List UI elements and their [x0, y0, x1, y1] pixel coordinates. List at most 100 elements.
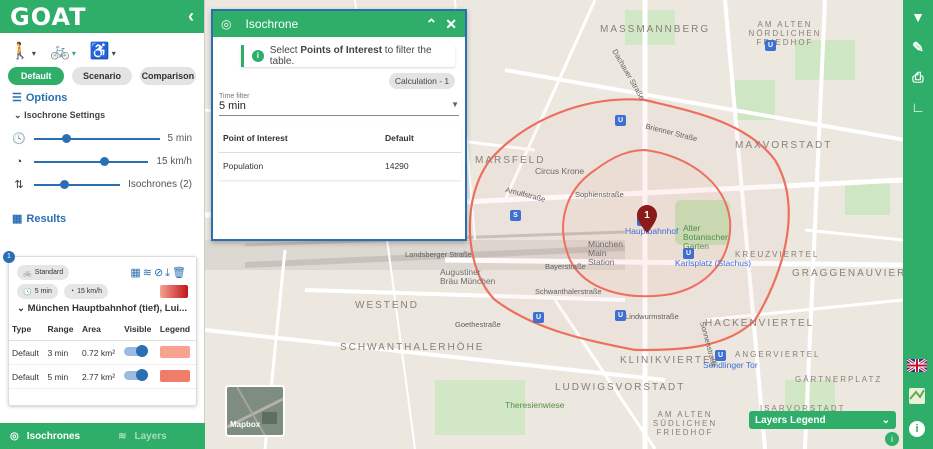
travel-time-slider[interactable]	[34, 133, 160, 143]
speed-value: 15 km/h	[156, 156, 192, 167]
tab-default[interactable]: Default	[8, 67, 65, 85]
map-label-place: Theresienwiese	[505, 400, 565, 410]
basemap-switcher[interactable]: Mapbox	[225, 385, 285, 437]
transit-stop-icon: U	[683, 248, 694, 259]
start-point-title[interactable]: ⌄ München Hauptbahnhof (tief), Lui...	[9, 299, 196, 318]
transit-stop-icon: S	[510, 210, 521, 221]
ruler-icon[interactable]: ∟	[909, 98, 927, 116]
transit-stop-icon: U	[533, 312, 544, 323]
layers-legend-toggle[interactable]: Layers Legend ⌄	[749, 411, 896, 429]
map-layer-icon[interactable]	[908, 387, 926, 405]
table-view-icon[interactable]: ▦	[130, 267, 142, 279]
legend-info-icon[interactable]: i	[885, 432, 899, 446]
map-label-district: GRAGGENAUVIERTEL	[792, 268, 903, 279]
result-number-badge: 1	[3, 251, 15, 263]
cell-area: 0.72 km²	[78, 340, 122, 365]
collapse-popup-button[interactable]: ⌃	[426, 16, 438, 33]
column-header: Type	[9, 318, 45, 341]
map-label-place: Circus Krone	[535, 166, 585, 176]
close-icon[interactable]: ✕	[445, 16, 457, 33]
layers-nav-item[interactable]: ≋ Layers	[118, 431, 167, 442]
options-menu-icon: ☰	[12, 92, 22, 104]
info-alert: i Select Points of Interest to filter th…	[241, 45, 455, 67]
bike-mode-button[interactable]: 🚲 ▾	[50, 41, 76, 61]
slider-knob[interactable]	[61, 133, 71, 143]
map-label-district: HACKENVIERTEL	[705, 318, 815, 329]
mode-chip-label: Standard	[34, 269, 64, 276]
isochrones-nav-item[interactable]: ◎ Isochrones	[10, 431, 80, 442]
options-title: Options	[25, 91, 68, 104]
download-icon[interactable]: ⤓	[165, 267, 172, 279]
visibility-toggle[interactable]	[124, 345, 149, 357]
clock-icon: 🕓	[12, 133, 26, 145]
satellite-thumbnail	[227, 387, 283, 435]
info-bold: Points of Interest	[300, 45, 383, 56]
collapse-sidebar-button[interactable]: ‹	[188, 6, 194, 27]
help-icon[interactable]: i	[909, 421, 925, 437]
goat-logo: GOAT	[10, 2, 87, 31]
target-icon: ◎	[221, 17, 232, 31]
isochrone-settings-toggle[interactable]: ⌄ Isochrone Settings	[0, 104, 204, 127]
table-icon: ▦	[12, 213, 23, 225]
map-label-district: MARSFELD	[475, 155, 546, 166]
edit-icon[interactable]: ✎	[909, 38, 927, 56]
popup-title: Isochrone	[245, 17, 299, 31]
map-label-district: MAXVORSTADT	[735, 140, 833, 151]
slider-knob[interactable]	[100, 156, 110, 166]
start-point-marker[interactable]: 1	[637, 205, 657, 233]
isochrone-results-table: Type Range Area Visible Legend Default 3…	[9, 318, 196, 389]
legend-color-swatch[interactable]	[159, 345, 190, 358]
calculation-chip[interactable]: Calculation - 1	[389, 73, 455, 89]
time-chip: 🕓 5 min	[17, 284, 58, 299]
time-filter-select[interactable]: 5 min ▼	[219, 100, 459, 116]
tab-comparison[interactable]: Comparison	[139, 67, 196, 85]
popup-header[interactable]: ◎ Isochrone ⌃ ✕	[213, 11, 465, 37]
map-label-street: Bayerstraße	[545, 262, 586, 271]
cell-range: 3 min	[44, 340, 79, 365]
color-ramp-swatch[interactable]	[160, 285, 188, 298]
print-icon[interactable]: ⎙	[909, 68, 927, 86]
layers-legend-label: Layers Legend	[755, 414, 826, 426]
column-header: Point of Interest	[219, 124, 381, 153]
map-label-district: WESTEND	[355, 300, 419, 311]
isochrone-result-card: 1 🚲 Standard ▦≋⊘⤓🗑 🕓 5 min ◔ 15 km/h ⌄ Münc…	[3, 251, 197, 406]
start-point-label: München Hauptbahnhof (tief), Lui...	[27, 303, 187, 314]
map-label-street: Goethestraße	[455, 320, 501, 329]
slider-knob[interactable]	[59, 179, 69, 189]
column-header: Range	[44, 318, 79, 341]
dropdown-arrow-icon: ▼	[451, 100, 459, 109]
map-label-district: GÄRTNERPLATZ	[795, 375, 883, 384]
wheelchair-mode-button[interactable]: ♿ ▾	[90, 41, 116, 61]
tab-scenario[interactable]: Scenario	[72, 67, 132, 85]
left-sidebar: GOAT ‹ 🚶 ▾ 🚲 ▾ ♿ ▾ Default Scenario Compari…	[0, 0, 205, 449]
time-filter[interactable]: Time filter 5 min ▼	[213, 89, 465, 116]
options-section-header[interactable]: ☰ Options	[0, 91, 204, 105]
results-title: Results	[26, 212, 67, 225]
map-label-street: Schwanthalerstraße	[535, 287, 602, 296]
map-label-street: Sophienstraße	[575, 190, 624, 199]
result-card-chips: 🕓 5 min ◔ 15 km/h	[9, 284, 196, 299]
results-section-header[interactable]: ▦ Results	[0, 196, 204, 231]
walk-mode-button[interactable]: 🚶 ▾	[10, 41, 36, 61]
map-label-place: Karlsplatz (Stachus)	[675, 258, 752, 268]
column-header: Default	[381, 124, 461, 153]
clock-icon: 🕓	[23, 288, 32, 296]
legend-color-swatch[interactable]	[159, 369, 190, 382]
map-label-district: SCHWANTHALERHÖHE	[340, 342, 485, 353]
isochrones-count-slider[interactable]	[34, 179, 121, 189]
speed-chip: ◔ 15 km/h	[63, 284, 108, 299]
cell-type: Default	[9, 340, 45, 365]
filter-icon[interactable]: ▼	[909, 8, 927, 26]
map-label-place: München Main Station	[588, 239, 623, 267]
speed-slider[interactable]	[34, 156, 149, 166]
poi-table: Point of Interest Default Population 142…	[219, 124, 461, 180]
map-label-district: ANGERVIERTEL	[735, 350, 821, 359]
visibility-toggle[interactable]	[124, 369, 149, 381]
visibility-off-icon[interactable]: ⊘	[154, 267, 165, 279]
map-label-street: Landsberger Straße	[405, 250, 472, 259]
layers-icon[interactable]: ≋	[143, 267, 154, 279]
uk-flag-icon[interactable]	[907, 359, 927, 372]
info-icon: i	[252, 50, 264, 62]
speed-chip-label: 15 km/h	[77, 288, 102, 295]
delete-icon[interactable]: 🗑	[172, 267, 188, 279]
